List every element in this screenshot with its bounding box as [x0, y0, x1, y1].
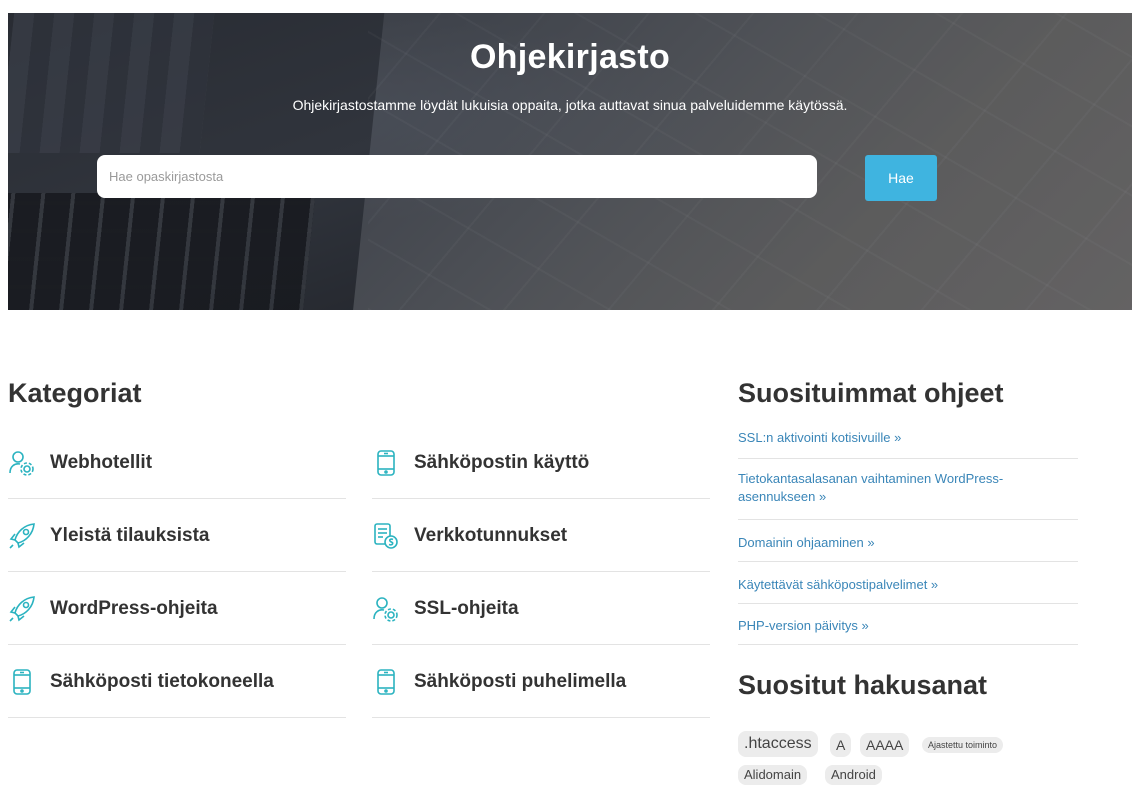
- tag-alidomain[interactable]: Alidomain: [738, 765, 808, 785]
- search-input[interactable]: [97, 155, 817, 198]
- phone-icon: [372, 666, 400, 698]
- invoice-icon: [372, 520, 400, 552]
- rocket-icon: [8, 520, 36, 552]
- popular-tags-title: Suositut hakusanat: [738, 670, 988, 700]
- gear-user-icon: [8, 447, 36, 479]
- phone-icon: [372, 447, 400, 479]
- search-button[interactable]: Hae: [865, 155, 937, 201]
- category-wordpress[interactable]: WordPress-ohjeita: [8, 573, 346, 645]
- hero-banner: Ohjekirjasto Ohjekirjastostamme löydät l…: [8, 13, 1132, 310]
- category-sahkopostin-kaytto[interactable]: Sähköpostin käyttö: [372, 427, 710, 499]
- tag-htaccess[interactable]: .htaccess: [738, 731, 818, 757]
- popular-guides-title: Suosituimmat ohjeet: [738, 378, 1004, 408]
- page-title: Ohjekirjasto: [469, 38, 671, 76]
- category-webhotellit[interactable]: Webhotellit: [8, 427, 346, 499]
- category-verkkotunnukset[interactable]: Verkkotunnukset: [372, 500, 710, 572]
- gear-user-icon: [372, 593, 400, 625]
- popular-guide-link[interactable]: Tietokantasalasanan vaihtaminen WordPres…: [738, 470, 1078, 520]
- popular-guide-link[interactable]: Käytettävät sähköpostipalvelimet »: [738, 576, 1078, 604]
- tag-aaaa[interactable]: AAAA: [860, 733, 910, 757]
- category-sahkoposti-tietokoneella[interactable]: Sähköposti tietokoneella: [8, 646, 346, 718]
- tag-android[interactable]: Android: [825, 765, 882, 785]
- popular-guide-link[interactable]: PHP-version päivitys »: [738, 617, 1078, 645]
- tag-ajastettu-toiminto[interactable]: Ajastettu toiminto: [922, 737, 1004, 753]
- popular-guide-link[interactable]: SSL:n aktivointi kotisivuille »: [738, 429, 1078, 459]
- tag-a[interactable]: A: [830, 733, 852, 757]
- rocket-icon: [8, 593, 36, 625]
- phone-icon: [8, 666, 36, 698]
- category-ssl-ohjeita[interactable]: SSL-ohjeita: [372, 573, 710, 645]
- category-yleista-tilauksista[interactable]: Yleistä tilauksista: [8, 500, 346, 572]
- categories-title: Kategoriat: [8, 378, 142, 408]
- popular-guide-link[interactable]: Domainin ohjaaminen »: [738, 534, 1078, 562]
- category-sahkoposti-puhelimella[interactable]: Sähköposti puhelimella: [372, 646, 710, 718]
- hero-subtitle: Ohjekirjastostamme löydät lukuisia oppai…: [292, 97, 848, 113]
